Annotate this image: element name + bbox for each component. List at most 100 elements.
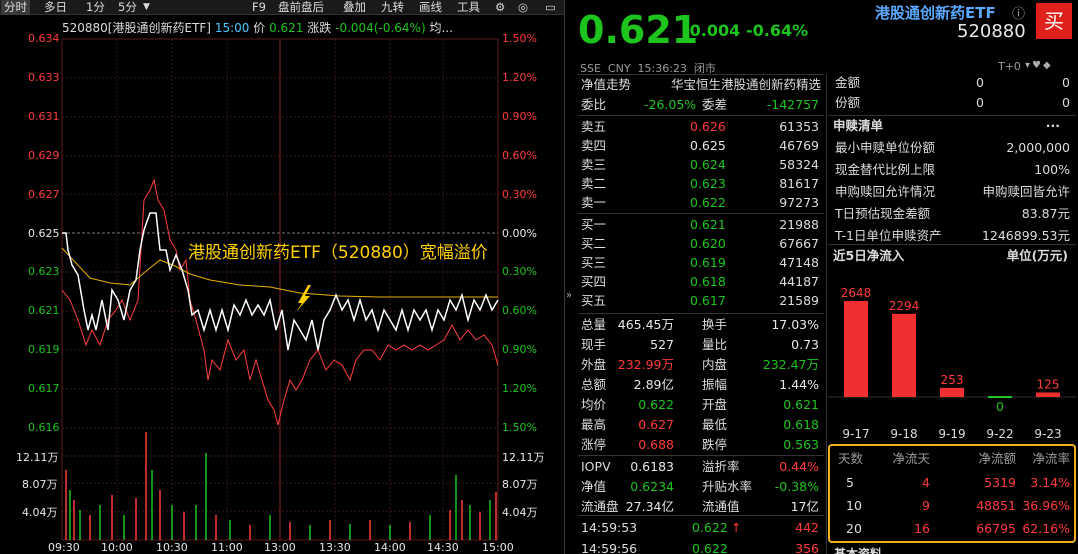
nav-row[interactable]: 净值走势 华宝恒生港股通创新药精选: [578, 75, 824, 94]
divider: [826, 74, 827, 554]
subs-value: 申购赎回皆允许: [982, 184, 1070, 199]
x-tick: 14:00: [374, 541, 406, 554]
level-label: 卖五: [581, 119, 607, 134]
vol-tick: 4.04万: [22, 506, 58, 519]
bid-level-row[interactable]: 买四 0.618 44187: [578, 272, 824, 291]
fund-name: 华宝恒生港股通创新药精选: [670, 77, 821, 92]
y-tick: 0.623: [28, 265, 60, 278]
stat-row: 净值 0.6234 升贴水率 -0.38%: [578, 477, 824, 496]
divider: [578, 115, 824, 116]
level-label: 卖一: [581, 195, 607, 210]
level-label: 卖三: [581, 157, 607, 172]
stat-label: 均价: [581, 397, 607, 412]
level-price: 0.617: [690, 293, 726, 308]
stat-value: 232.47万: [762, 357, 819, 372]
bid-level-row[interactable]: 买一 0.621 21988: [578, 215, 824, 234]
vol-tick: 8.07万: [22, 478, 58, 491]
weibi-label: 委比: [581, 97, 607, 112]
stat-value: 2.89亿: [633, 377, 674, 392]
x-tick: 09:30: [48, 541, 80, 554]
inflow-bar: [940, 387, 964, 397]
bid-level-row[interactable]: 买五 0.617 21589: [578, 291, 824, 310]
flow-table-row: 5 4 5319 3.14%: [830, 473, 1074, 492]
stat-value: 0.622: [638, 397, 674, 412]
expand-icon[interactable]: »: [566, 290, 572, 301]
info-icon[interactable]: ⓘ: [1012, 3, 1025, 22]
stat-value: 17.03%: [771, 317, 819, 332]
ask-level-row[interactable]: 卖一 0.622 97273: [578, 193, 824, 212]
days-cell: 20: [846, 521, 862, 536]
y-tick: 1.20%: [502, 71, 537, 84]
rate-cell: 3.14%: [1030, 475, 1070, 490]
more-icon[interactable]: ···: [1046, 116, 1060, 135]
tick-price: 0.622: [692, 541, 728, 554]
y-tick: 0.00%: [502, 227, 537, 240]
stat-label: 最高: [581, 417, 607, 432]
level-price: 0.625: [690, 138, 726, 153]
x-tick: 15:00: [482, 541, 514, 554]
stat-label: 最低: [702, 417, 728, 432]
ask-level-row[interactable]: 卖五 0.626 61353: [578, 117, 824, 136]
bar-category-label: 9-19: [938, 427, 965, 441]
y-tick: 0.60%: [502, 149, 537, 162]
buy-button[interactable]: 买: [1036, 3, 1072, 39]
level-label: 买二: [581, 236, 607, 251]
level-label: 买三: [581, 255, 607, 270]
level-volume: 21589: [779, 293, 819, 308]
y-tick: 0.633: [28, 71, 60, 84]
ask-level-row[interactable]: 卖三 0.624 58324: [578, 155, 824, 174]
tick-time: 14:59:53: [581, 520, 638, 535]
stat-label: 外盘: [581, 357, 607, 372]
bar-value-label: 125: [1037, 377, 1060, 391]
divider: [578, 313, 824, 314]
x-tick: 13:30: [319, 541, 351, 554]
y-tick: 1.50%: [502, 421, 537, 434]
fund-label: 份额: [835, 95, 861, 110]
fund-row: 金额 0 0: [828, 73, 1076, 92]
tick-time: 14:59:56: [581, 541, 638, 554]
days-cell: 5: [846, 475, 854, 490]
y-tick: 0.627: [28, 188, 60, 201]
price-change: -0.004: [683, 21, 741, 40]
stat-label: 量比: [702, 337, 728, 352]
flow-table-row: 20 16 66795 62.16%: [830, 519, 1074, 538]
stat-label: 换手: [702, 317, 728, 332]
intraday-chart[interactable]: [0, 0, 564, 554]
weicha-value: -142757: [766, 97, 819, 112]
days-cell: 16: [914, 521, 930, 536]
ask-level-row[interactable]: 卖四 0.625 46769: [578, 136, 824, 155]
settings-icons[interactable]: ▾♥◆: [1025, 60, 1053, 71]
net-inflow-chart: 2648 9-17 2294 9-18 253 9-19 0 9-22 125 9-23: [828, 286, 1076, 441]
level-price: 0.618: [690, 274, 726, 289]
stat-label: 净值: [581, 479, 607, 494]
level-volume: 81617: [779, 176, 819, 191]
bar-category-label: 9-18: [890, 427, 917, 441]
bar-value-label: 253: [941, 373, 964, 387]
subs-row: 申购赎回允许情况 申购赎回皆允许: [828, 182, 1076, 201]
tick-row[interactable]: 14:59:56 0.622 356: [578, 539, 824, 554]
level-price: 0.624: [690, 157, 726, 172]
stat-row: 涨停 0.688 跌停 0.563: [578, 435, 824, 454]
stat-value: 0.6183: [630, 459, 674, 474]
basic-info-title: 基本资料: [834, 547, 883, 554]
stat-value: 232.99万: [617, 357, 674, 372]
bid-level-row[interactable]: 买二 0.620 67667: [578, 234, 824, 253]
level-price: 0.619: [690, 255, 726, 270]
stat-value: 0.563: [783, 437, 819, 452]
y-tick: 0.625: [28, 227, 60, 240]
stat-value: 1.44%: [779, 377, 819, 392]
subs-value: 1246899.53元: [981, 228, 1070, 243]
col-header: 净流额: [978, 451, 1016, 466]
bid-level-row[interactable]: 买三 0.619 47148: [578, 253, 824, 272]
stat-label: 振幅: [702, 377, 728, 392]
ask-level-row[interactable]: 卖二 0.623 81617: [578, 174, 824, 193]
bar-category-label: 9-23: [1034, 427, 1061, 441]
level-label: 卖四: [581, 138, 607, 153]
level-volume: 58324: [779, 157, 819, 172]
tick-row[interactable]: 14:59:53 0.622 ↑ 442: [578, 518, 824, 537]
stat-value: -0.38%: [774, 479, 819, 494]
subs-row: T日预估现金差额 83.87元: [828, 204, 1076, 223]
level-volume: 97273: [779, 195, 819, 210]
subs-label: T-1日单位申赎资产: [835, 228, 942, 243]
flow-table-row: 10 9 48851 36.96%: [830, 496, 1074, 515]
